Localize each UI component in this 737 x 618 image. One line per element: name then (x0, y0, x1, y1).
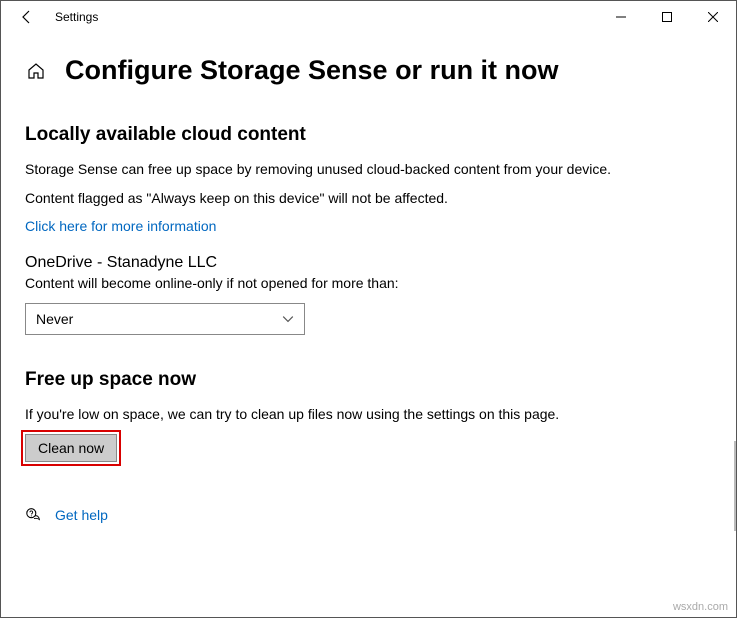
page-header: Configure Storage Sense or run it now (1, 33, 736, 96)
content-area: Locally available cloud content Storage … (1, 96, 736, 462)
page-title: Configure Storage Sense or run it now (65, 55, 559, 86)
maximize-button[interactable] (644, 2, 690, 32)
help-row: Get help (1, 506, 736, 544)
chevron-down-icon (282, 312, 294, 326)
title-bar: Settings (1, 1, 736, 33)
freeup-section: Free up space now If you're low on space… (25, 369, 712, 462)
freeup-heading: Free up space now (25, 369, 712, 391)
cloud-heading: Locally available cloud content (25, 124, 712, 146)
watermark: wsxdn.com (673, 601, 728, 613)
onedrive-account-name: OneDrive - Stanadyne LLC (25, 254, 712, 272)
back-button[interactable] (13, 3, 41, 31)
scrollbar[interactable] (734, 441, 736, 531)
cloud-content-section: Locally available cloud content Storage … (25, 124, 712, 335)
home-icon[interactable] (25, 60, 47, 82)
cloud-description-1: Storage Sense can free up space by remov… (25, 160, 712, 179)
window-title: Settings (55, 10, 98, 24)
threshold-label: Content will become online-only if not o… (25, 275, 712, 291)
minimize-button[interactable] (598, 2, 644, 32)
clean-now-button[interactable]: Clean now (25, 434, 117, 462)
threshold-value: Never (36, 311, 73, 327)
help-icon (25, 506, 43, 524)
more-info-link[interactable]: Click here for more information (25, 218, 216, 234)
freeup-description: If you're low on space, we can try to cl… (25, 405, 712, 424)
threshold-dropdown[interactable]: Never (25, 303, 305, 335)
close-button[interactable] (690, 2, 736, 32)
cloud-description-2: Content flagged as "Always keep on this … (25, 189, 712, 208)
window-controls (598, 2, 736, 32)
get-help-link[interactable]: Get help (55, 507, 108, 523)
